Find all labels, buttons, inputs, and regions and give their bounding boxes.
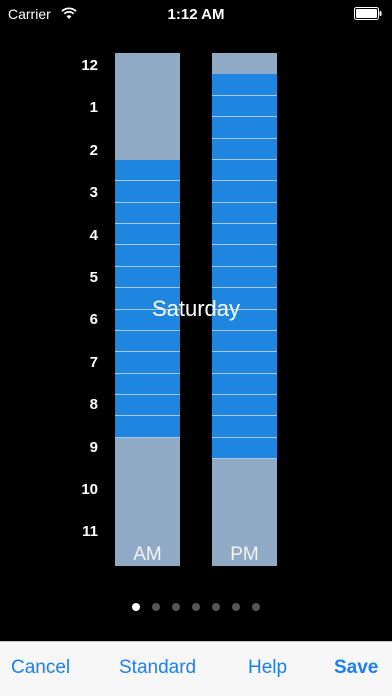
hour-label: 9 [89, 438, 98, 456]
pm-slot[interactable] [212, 202, 277, 224]
hour-label: 5 [89, 269, 98, 286]
am-slot[interactable] [115, 53, 180, 74]
am-slot[interactable] [115, 224, 180, 246]
hour-label: 3 [89, 184, 98, 202]
pm-label: PM [230, 544, 259, 565]
hour-label: 11 [82, 523, 98, 541]
pm-slot[interactable] [212, 266, 277, 289]
am-slot[interactable] [115, 139, 180, 160]
am-slot[interactable] [115, 181, 180, 203]
am-slot[interactable] [115, 416, 180, 438]
hour-label: 4 [89, 226, 98, 244]
am-slot[interactable] [115, 438, 180, 459]
pm-slot[interactable] [212, 437, 277, 460]
pm-slot[interactable] [212, 95, 277, 118]
am-slot[interactable] [115, 373, 180, 395]
am-slot[interactable] [115, 245, 180, 267]
pm-slot[interactable] [212, 352, 277, 374]
pm-slot[interactable] [212, 481, 277, 502]
pm-slot[interactable] [212, 245, 277, 267]
battery-icon [354, 7, 382, 20]
page-dot[interactable] [232, 603, 240, 611]
cancel-button[interactable]: Cancel [11, 657, 70, 679]
pm-slot[interactable] [212, 159, 277, 182]
pm-slot[interactable] [212, 459, 277, 480]
page-dot[interactable] [172, 603, 180, 611]
am-slot[interactable] [115, 523, 180, 544]
status-bar: Carrier 1:12 AM [0, 0, 392, 30]
pm-slot[interactable] [212, 330, 277, 353]
page-indicator[interactable] [0, 603, 392, 613]
pm-slot[interactable] [212, 416, 277, 438]
hour-label: 10 [81, 481, 98, 498]
hour-label: 2 [89, 141, 98, 159]
hour-label: 12 [81, 57, 98, 74]
am-slot[interactable] [115, 202, 180, 224]
am-slot[interactable] [115, 481, 180, 502]
pm-slot[interactable] [212, 117, 277, 139]
am-label: AM [133, 544, 162, 565]
page-dot[interactable] [212, 603, 220, 611]
am-slot[interactable] [115, 266, 180, 289]
am-slot[interactable] [115, 117, 180, 138]
standard-button[interactable]: Standard [119, 657, 196, 679]
am-slot[interactable] [115, 502, 180, 523]
page-dot[interactable] [132, 603, 140, 611]
pm-slot[interactable] [212, 373, 277, 395]
hour-label: 7 [89, 353, 98, 371]
hour-label: 8 [89, 396, 98, 414]
am-slot[interactable] [115, 459, 180, 480]
pm-slot[interactable] [212, 523, 277, 544]
page-dot[interactable] [152, 603, 160, 611]
status-time: 1:12 AM [167, 6, 225, 23]
am-slot[interactable] [115, 330, 180, 353]
pm-slot[interactable] [212, 53, 277, 74]
am-slot[interactable] [115, 74, 180, 95]
page-dot[interactable] [252, 603, 260, 611]
save-button[interactable]: Save [334, 657, 378, 679]
pm-slot[interactable] [212, 181, 277, 203]
pm-slot[interactable] [212, 138, 277, 160]
pm-slot[interactable] [212, 74, 277, 96]
pm-slot[interactable] [212, 224, 277, 246]
am-slot[interactable] [115, 159, 180, 182]
hour-label: 1 [89, 99, 98, 117]
pm-slot[interactable] [212, 395, 277, 417]
page-dot[interactable] [192, 603, 200, 611]
am-slot[interactable] [115, 352, 180, 374]
pm-slot[interactable] [212, 502, 277, 523]
am-slot[interactable] [115, 96, 180, 117]
bottom-toolbar: Cancel Standard Help Save [0, 641, 392, 696]
day-label: Saturday [151, 296, 241, 321]
am-slot[interactable] [115, 395, 180, 417]
help-button[interactable]: Help [248, 657, 287, 679]
